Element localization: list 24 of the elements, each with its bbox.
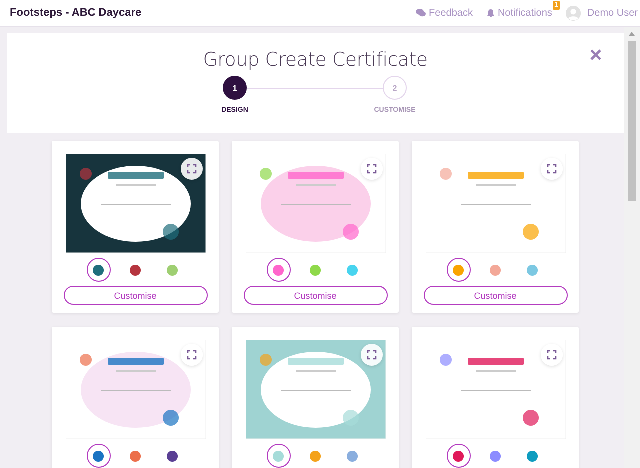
bell-icon [486, 8, 495, 18]
color-option[interactable] [86, 258, 110, 282]
close-icon [590, 49, 602, 61]
customise-button[interactable]: Customise [424, 286, 568, 305]
expand-icon [186, 350, 196, 360]
close-button[interactable] [590, 49, 602, 61]
app-title: Footsteps - ABC Daycare [10, 7, 142, 19]
expand-icon [546, 164, 556, 174]
color-option[interactable] [86, 444, 110, 468]
customise-button[interactable]: Customise [244, 286, 388, 305]
color-option[interactable] [446, 444, 470, 468]
expand-icon [366, 350, 376, 360]
chat-icon [416, 9, 426, 17]
customise-button[interactable]: Customise [64, 286, 208, 305]
expand-icon [366, 164, 376, 174]
color-option[interactable] [266, 258, 290, 282]
color-option[interactable] [266, 444, 290, 468]
expand-icon [546, 350, 556, 360]
color-option[interactable] [446, 258, 470, 282]
step-circle[interactable]: 1 [223, 76, 247, 100]
expand-icon [186, 164, 196, 174]
feedback-link[interactable]: Feedback [416, 8, 473, 18]
dialog-title: Group Create Certificate [203, 49, 428, 71]
user-name[interactable]: Demo User [587, 8, 638, 18]
